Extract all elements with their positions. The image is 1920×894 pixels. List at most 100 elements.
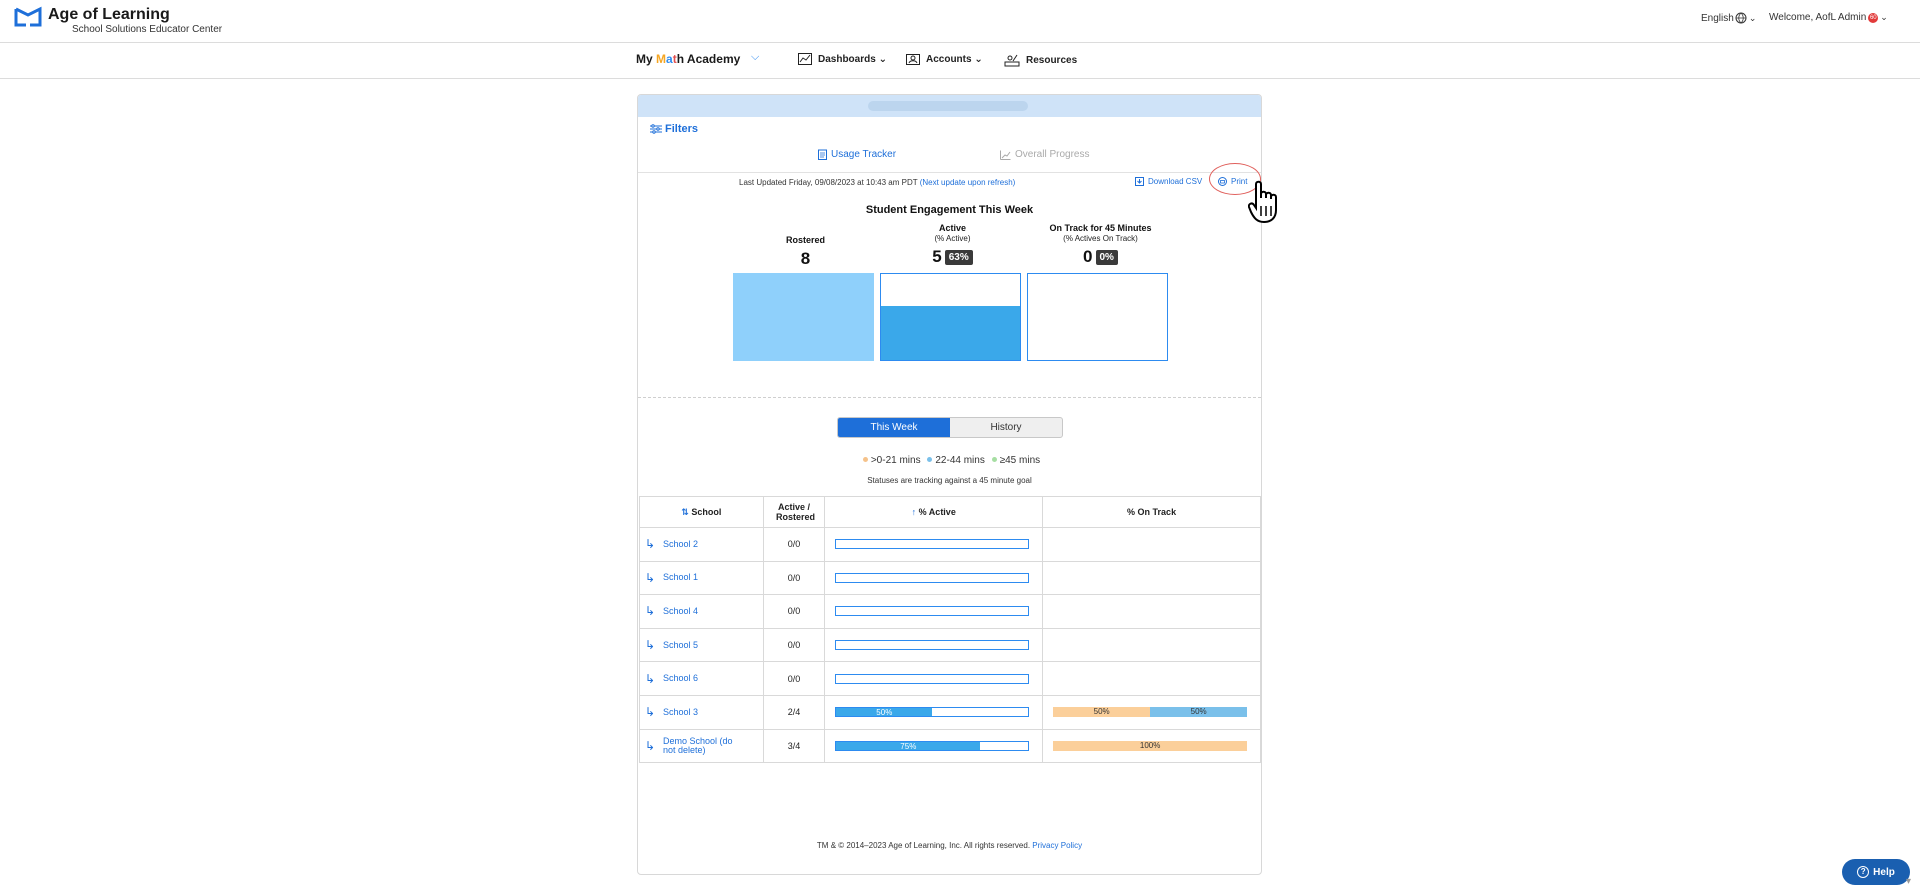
drill-down-icon: ↳ — [645, 671, 656, 686]
card-header-band — [638, 95, 1261, 117]
product-selector[interactable]: My Math Academy — [636, 52, 740, 66]
help-button[interactable]: ? Help — [1842, 859, 1910, 885]
welcome-text: Welcome, AofL Admin — [1769, 12, 1867, 23]
ratio-cell: 2/4 — [762, 694, 826, 730]
table-row: ↳ School 5 0/0 — [639, 627, 1261, 663]
tab-usage-tracker[interactable]: Usage Tracker — [818, 149, 896, 160]
goal-note: Statuses are tracking against a 45 minut… — [867, 476, 1032, 485]
usage-card: Filters Usage Tracker Overall Progress L… — [637, 94, 1277, 875]
chevron-down-icon: ⌄ — [1880, 12, 1888, 22]
metric-label: Active — [938, 223, 966, 233]
print-button[interactable]: Print — [1218, 177, 1247, 186]
sort-icon: ⇅ — [681, 506, 689, 517]
school-link[interactable]: School 4 — [663, 606, 735, 616]
next-update-link[interactable]: (Next update upon refresh) — [920, 178, 1016, 187]
age-of-learning-logo[interactable]: Age of Learning School Solutions Educato… — [14, 6, 222, 35]
table-row: ↳ School 4 0/0 — [639, 594, 1261, 629]
nav-resources[interactable]: Resources — [1004, 53, 1077, 67]
metric-percent-badge: 63% — [944, 249, 973, 265]
metric-sublabel: (% Actives On Track) — [1063, 234, 1138, 243]
header-percent-on-track: % On Track — [1042, 496, 1261, 528]
on-track-cell — [1042, 560, 1261, 596]
header-school-label: School — [691, 506, 722, 517]
table-row: ↳ School 3 2/4 50% 50% 50% — [639, 694, 1261, 730]
scroll-down-icon[interactable]: ▾ — [1906, 876, 1911, 887]
tab-overall-progress[interactable]: Overall Progress — [1000, 149, 1089, 160]
table-row: ↳ School 1 0/0 — [639, 560, 1261, 596]
ratio-cell: 0/0 — [762, 527, 826, 562]
school-cell[interactable]: ↳ School 2 — [639, 527, 764, 562]
logo-icon — [14, 6, 42, 27]
active-progress-bar — [835, 572, 1030, 583]
table-row: ↳ Demo School (do not delete) 3/4 75% 100% — [639, 728, 1261, 764]
filters-button[interactable]: Filters — [650, 123, 698, 135]
active-progress-fill: 50% — [836, 708, 933, 717]
school-link[interactable]: School 3 — [663, 707, 735, 717]
school-cell[interactable]: ↳ Demo School (do not delete) — [639, 728, 764, 764]
ratio-cell: 0/0 — [762, 594, 826, 629]
legend-dot — [927, 457, 933, 463]
subtabs: Usage Tracker Overall Progress — [638, 149, 1261, 173]
drill-down-icon: ↳ — [645, 638, 656, 653]
active-cell — [824, 560, 1044, 596]
product-letter-a: a — [666, 52, 673, 66]
metric-value: 8 — [800, 249, 811, 268]
metric-value: 5 — [932, 247, 942, 266]
school-link[interactable]: School 5 — [663, 640, 735, 650]
active-bar — [880, 273, 1021, 361]
active-cell — [824, 661, 1044, 696]
logo-name: Age of Learning — [48, 6, 170, 23]
school-cell[interactable]: ↳ School 6 — [639, 661, 764, 696]
on-track-segment: 100% — [1053, 740, 1248, 751]
filters-label: Filters — [665, 123, 699, 135]
notification-badge: 60 — [1868, 12, 1879, 23]
on-track-bar: 50% 50% — [1053, 707, 1248, 718]
drill-down-icon: ↳ — [645, 604, 656, 619]
product-name-suffix: h Academy — [676, 52, 741, 66]
last-updated: Last Updated Friday, 09/08/2023 at 10:43… — [739, 178, 1015, 187]
download-csv-button[interactable]: Download CSV — [1135, 177, 1202, 186]
drill-down-icon: ↳ — [645, 537, 656, 552]
on-track-bar: 100% — [1053, 740, 1248, 751]
filters-icon — [650, 124, 662, 134]
school-link[interactable]: School 2 — [663, 539, 735, 549]
chevron-down-icon[interactable]: ⌵ — [751, 51, 759, 64]
last-updated-text: Last Updated Friday, 09/08/2023 at 10:43… — [739, 178, 920, 187]
on-track-segment: 50% — [1150, 707, 1248, 718]
school-link[interactable]: School 1 — [663, 573, 735, 582]
table-row: ↳ School 6 0/0 — [639, 661, 1261, 696]
header-percent-active[interactable]: ↑ % Active — [824, 496, 1044, 528]
ratio-cell: 0/0 — [762, 560, 826, 596]
school-cell[interactable]: ↳ School 5 — [639, 627, 764, 663]
help-label: Help — [1873, 866, 1895, 878]
on-track-cell: 50% 50% — [1042, 694, 1261, 730]
nav-dashboards[interactable]: Dashboards ⌄ — [798, 53, 887, 65]
period-toggle: This Week History — [837, 417, 1063, 438]
school-cell[interactable]: ↳ School 3 — [639, 694, 764, 730]
table-row: ↳ School 2 0/0 — [639, 527, 1261, 562]
school-cell[interactable]: ↳ School 1 — [639, 560, 764, 596]
nav-accounts[interactable]: Accounts ⌄ — [906, 53, 983, 65]
active-progress-bar: 50% — [835, 707, 1030, 718]
active-progress-bar — [835, 640, 1030, 651]
clipboard-icon — [818, 149, 827, 160]
user-menu[interactable]: Welcome, AofL Admin 60 ⌄ — [1769, 12, 1888, 23]
active-progress-fill: 75% — [836, 741, 981, 751]
header-school[interactable]: ⇅ School — [639, 496, 764, 528]
product-name-prefix: My — [636, 52, 657, 66]
this-week-button[interactable]: This Week — [838, 418, 950, 437]
school-link[interactable]: Demo School (do not delete) — [663, 736, 735, 755]
school-cell[interactable]: ↳ School 4 — [639, 594, 764, 629]
history-button[interactable]: History — [950, 418, 1062, 437]
language-selector[interactable]: English ⌄ — [1701, 12, 1756, 24]
nav-dashboards-label: Dashboards ⌄ — [818, 53, 887, 65]
tab-overall-progress-label: Overall Progress — [1015, 149, 1090, 160]
active-progress-bar: 75% — [835, 740, 1030, 751]
school-link[interactable]: School 6 — [663, 674, 735, 683]
status-legend: >0-21 mins 22-44 mins ≥45 mins — [638, 455, 1261, 466]
main-nav: My Math Academy ⌵ Dashboards ⌄ Accounts … — [0, 44, 1920, 79]
legend-label: 22-44 mins — [935, 455, 985, 466]
privacy-policy-link[interactable]: Privacy Policy — [1032, 841, 1082, 850]
section-divider — [638, 397, 1261, 398]
tab-usage-tracker-label: Usage Tracker — [831, 149, 897, 160]
